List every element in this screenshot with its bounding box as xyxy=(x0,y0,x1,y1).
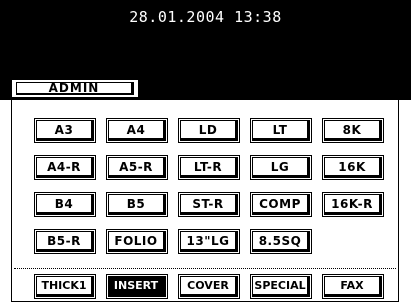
paper-size-button-a5-r[interactable]: A5-R xyxy=(108,157,166,178)
paper-type-button-special[interactable]: SPECIAL xyxy=(252,276,310,297)
date-time-display: 28.01.2004 13:38 xyxy=(129,8,282,26)
paper-size-button-folio[interactable]: FOLIO xyxy=(108,231,166,252)
paper-size-button-b4[interactable]: B4 xyxy=(36,194,94,215)
paper-size-button-b5-r[interactable]: B5-R xyxy=(36,231,94,252)
section-divider xyxy=(14,268,396,269)
paper-type-button-cover[interactable]: COVER xyxy=(180,276,238,297)
paper-size-button-lt-r[interactable]: LT-R xyxy=(180,157,238,178)
paper-size-button-b5[interactable]: B5 xyxy=(108,194,166,215)
paper-size-button-8k[interactable]: 8K xyxy=(324,120,382,141)
paper-size-button-16k-r[interactable]: 16K-R xyxy=(324,194,382,215)
paper-size-button-lt[interactable]: LT xyxy=(252,120,310,141)
paper-size-button-16k[interactable]: 16K xyxy=(324,157,382,178)
status-header: 28.01.2004 13:38 xyxy=(0,0,411,75)
paper-size-button-a4[interactable]: A4 xyxy=(108,120,166,141)
paper-size-button-a3[interactable]: A3 xyxy=(36,120,94,141)
paper-size-button-a4-r[interactable]: A4-R xyxy=(36,157,94,178)
paper-type-button-thick1[interactable]: THICK1 xyxy=(36,276,94,297)
paper-type-button-insert[interactable]: INSERT xyxy=(108,276,166,297)
paper-size-button-ld[interactable]: LD xyxy=(180,120,238,141)
paper-size-button-st-r[interactable]: ST-R xyxy=(180,194,238,215)
paper-size-button-13lg[interactable]: 13"LG xyxy=(180,231,238,252)
paper-size-button-8-5sq[interactable]: 8.5SQ xyxy=(252,231,310,252)
panel-bottom-border xyxy=(11,301,399,302)
paper-size-button-lg[interactable]: LG xyxy=(252,157,310,178)
paper-size-button-comp[interactable]: COMP xyxy=(252,194,310,215)
paper-type-button-fax[interactable]: FAX xyxy=(324,276,382,297)
tab-admin[interactable]: ADMIN xyxy=(11,79,139,98)
tab-admin-label: ADMIN xyxy=(16,81,134,95)
copier-admin-screen: 28.01.2004 13:38 ADMIN A3 A4 LD LT 8K A4… xyxy=(0,0,411,306)
